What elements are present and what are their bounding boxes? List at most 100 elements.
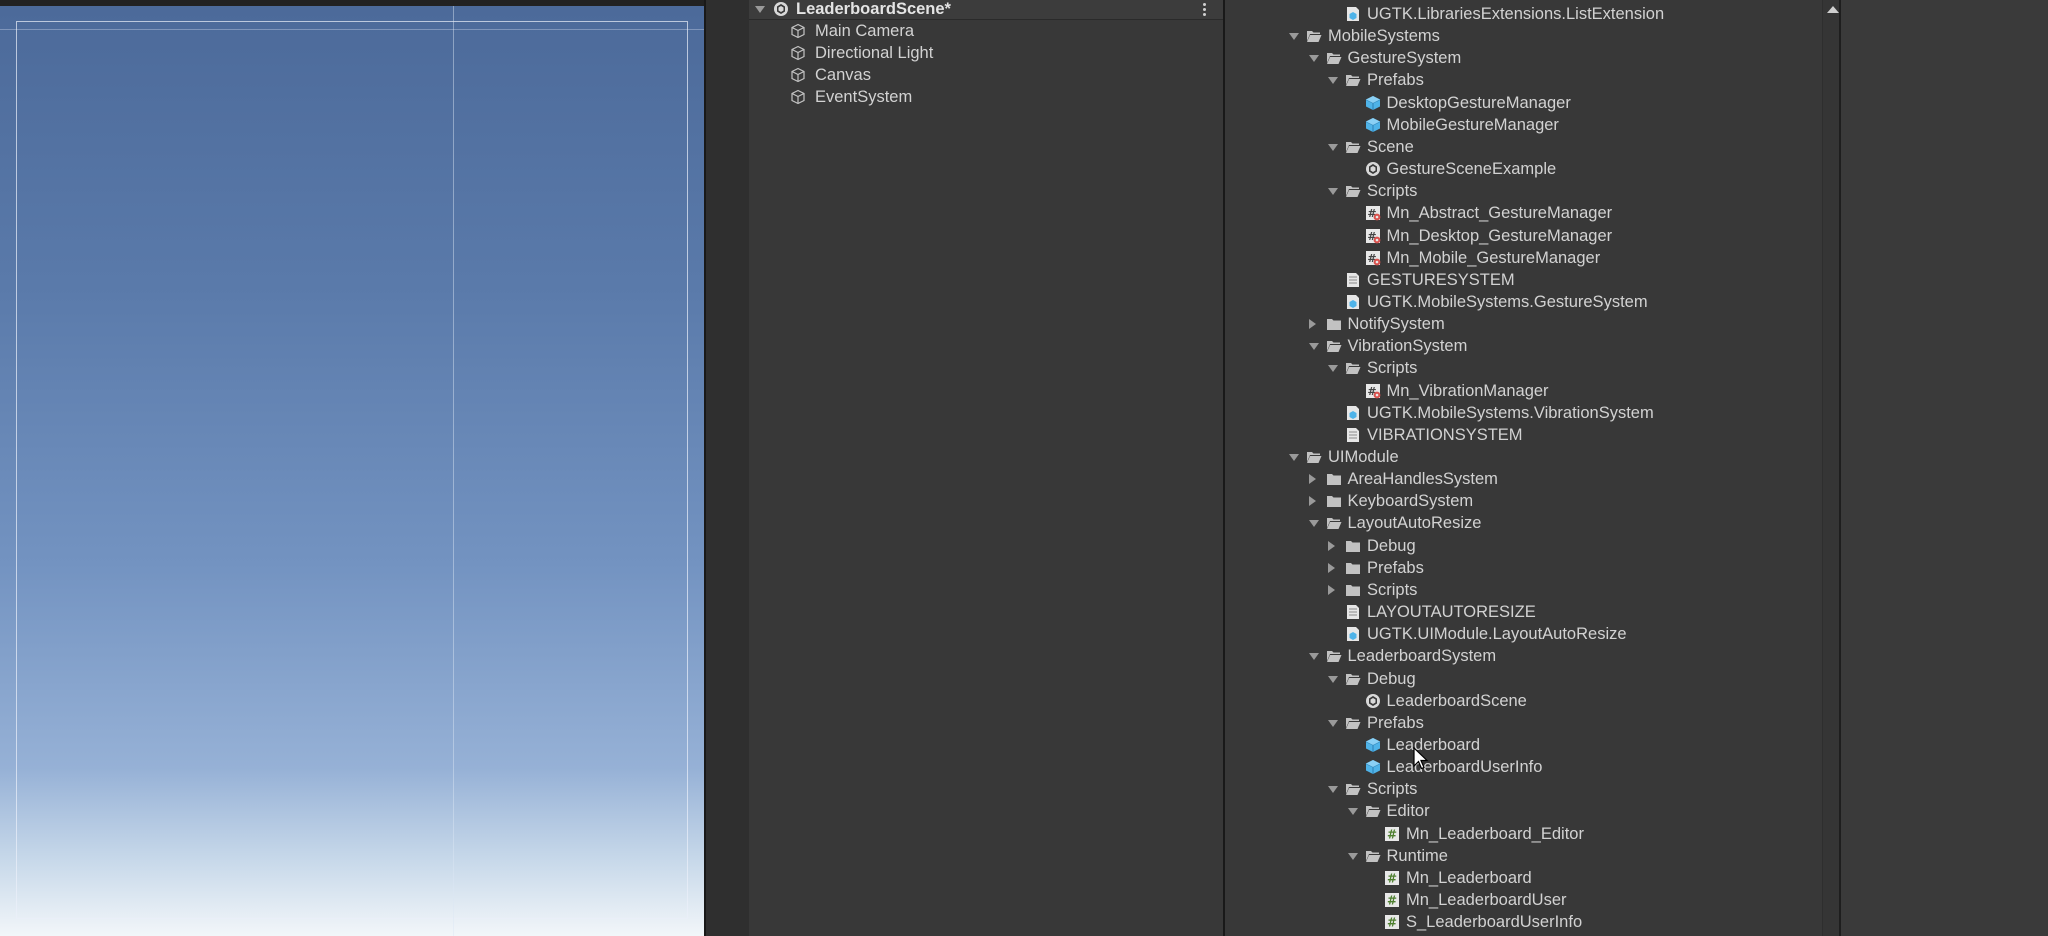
canvas-bounds — [16, 21, 688, 919]
asmdef-icon — [1347, 7, 1359, 21]
expand-arrow-icon[interactable] — [1328, 77, 1338, 85]
project-item-label: GestureSceneExample — [1386, 160, 1557, 179]
expand-arrow-icon[interactable] — [1308, 343, 1319, 351]
unity-scene-icon — [774, 2, 788, 16]
project-item-label: S_LeaderboardUserInfo — [1406, 913, 1583, 932]
expand-arrow-icon[interactable] — [1328, 786, 1338, 794]
hierarchy-item-label: EventSystem — [815, 88, 913, 107]
project-item-label: AreaHandlesSystem — [1347, 470, 1498, 489]
project-scrollbar[interactable] — [1822, 0, 1840, 936]
text-file-icon — [1347, 427, 1359, 442]
project-item-label: VibrationSystem — [1347, 337, 1468, 356]
hierarchy-item-label: Canvas — [815, 66, 871, 85]
gizmo-line — [453, 6, 454, 936]
folder-open-icon — [1346, 141, 1361, 153]
folder-open-icon — [1346, 717, 1361, 729]
scene-name: LeaderboardScene* — [796, 0, 951, 18]
unity-scene-icon — [1365, 162, 1380, 177]
expand-arrow-icon[interactable] — [1347, 852, 1358, 860]
project-item-label: Mn_Abstract_GestureManager — [1386, 204, 1613, 223]
folder-open-icon — [1346, 784, 1361, 796]
project-item-label: GestureSystem — [1347, 49, 1462, 68]
expand-arrow-icon[interactable] — [1328, 675, 1338, 683]
expand-arrow-icon[interactable] — [1308, 55, 1319, 63]
project-item-label: LayoutAutoResize — [1347, 514, 1482, 533]
text-file-icon — [1347, 605, 1359, 620]
expand-arrow-icon[interactable] — [1289, 33, 1299, 41]
project-item-label: Scripts — [1367, 359, 1418, 378]
asmdef-icon — [1347, 627, 1359, 642]
asmdef-icon — [1347, 294, 1359, 309]
folder-open-icon — [1365, 850, 1380, 862]
cs-script-gear-icon: # — [1365, 383, 1380, 398]
prefab-icon — [1365, 760, 1380, 775]
project-item-label: UGTK.UIModule.LayoutAutoResize — [1367, 625, 1627, 644]
svg-text:#: # — [1387, 871, 1397, 885]
expand-arrow-icon[interactable] — [1308, 520, 1319, 528]
scene-menu-icon[interactable] — [1203, 2, 1207, 18]
collapsed-arrow-icon[interactable] — [1328, 584, 1335, 595]
expand-arrow-icon[interactable] — [1289, 454, 1299, 461]
project-item-label: MobileGestureManager — [1386, 115, 1559, 134]
prefab-icon — [1365, 95, 1380, 110]
project-item-label: Mn_LeaderboardUser — [1406, 891, 1567, 909]
project-item-label: Scene — [1367, 137, 1414, 156]
expand-arrow-icon[interactable] — [1328, 188, 1338, 196]
svg-text:#: # — [1387, 827, 1397, 841]
gameobject-icon — [791, 45, 805, 61]
expand-arrow-icon[interactable] — [1347, 808, 1358, 816]
folder-icon — [1346, 540, 1360, 552]
expand-arrow-icon[interactable] — [1328, 143, 1338, 151]
prefab-icon — [1365, 737, 1380, 752]
collapsed-arrow-icon[interactable] — [1308, 319, 1316, 330]
project-item-label: GESTURESYSTEM — [1367, 270, 1515, 289]
project-item-label: UGTK.LibrariesExtensions.ListExtension — [1367, 5, 1665, 23]
cs-script-gear-icon: # — [1365, 206, 1380, 221]
project-item-label: MobileSystems — [1328, 27, 1440, 46]
project-item-label: UIModule — [1328, 448, 1399, 466]
project-item-label: LeaderboardScene — [1386, 691, 1527, 710]
collapsed-arrow-icon[interactable] — [1328, 562, 1335, 573]
cs-script-gear-icon: # — [1365, 228, 1380, 243]
expand-arrow-icon[interactable] — [1308, 653, 1319, 661]
scroll-up-arrow-icon[interactable] — [1827, 6, 1839, 13]
project-item-label: Prefabs — [1367, 558, 1424, 577]
project-item-label: Prefabs — [1367, 713, 1424, 732]
project-item-label: NotifySystem — [1347, 315, 1445, 334]
folder-icon — [1326, 474, 1341, 486]
expand-arrow-icon[interactable] — [755, 6, 765, 13]
text-file-icon — [1347, 272, 1359, 287]
gameobject-icon — [791, 90, 805, 105]
expand-arrow-icon[interactable] — [1328, 365, 1338, 373]
unity-scene-icon — [1365, 693, 1380, 708]
project-item-label: Scripts — [1367, 780, 1418, 799]
folder-open-icon — [1326, 341, 1341, 353]
hierarchy-gutter — [706, 0, 749, 936]
hierarchy-item-label: Main Camera — [815, 22, 915, 40]
project-item-label: Mn_Mobile_GestureManager — [1386, 248, 1601, 267]
cs-script-icon: # — [1385, 870, 1399, 885]
project-item-label: LAYOUTAUTORESIZE — [1367, 603, 1536, 622]
collapsed-arrow-icon[interactable] — [1308, 496, 1316, 507]
project-item-label: Prefabs — [1367, 71, 1424, 90]
cs-script-icon: # — [1385, 826, 1399, 841]
folder-open-icon — [1307, 452, 1322, 463]
project-item-label: Mn_Leaderboard_Editor — [1406, 824, 1584, 843]
folder-open-icon — [1326, 651, 1341, 663]
collapsed-arrow-icon[interactable] — [1308, 474, 1316, 485]
expand-arrow-icon[interactable] — [1328, 719, 1338, 727]
project-item-label: Scripts — [1367, 182, 1418, 201]
project-item-label: Debug — [1367, 536, 1416, 555]
project-item-label: Debug — [1367, 669, 1416, 688]
project-item-label: DesktopGestureManager — [1386, 93, 1571, 112]
folder-icon — [1346, 584, 1360, 596]
collapsed-arrow-icon[interactable] — [1328, 540, 1335, 551]
asmdef-icon — [1347, 405, 1359, 420]
project-item-label: LeaderboardUserInfo — [1386, 758, 1543, 777]
folder-open-icon — [1346, 75, 1361, 87]
project-item-label: KeyboardSystem — [1347, 492, 1474, 511]
hierarchy-panel — [706, 0, 1223, 936]
project-item-label: Mn_Leaderboard — [1406, 868, 1532, 887]
game-view[interactable] — [0, 6, 704, 936]
project-item-label: UGTK.MobileSystems.VibrationSystem — [1367, 403, 1654, 422]
